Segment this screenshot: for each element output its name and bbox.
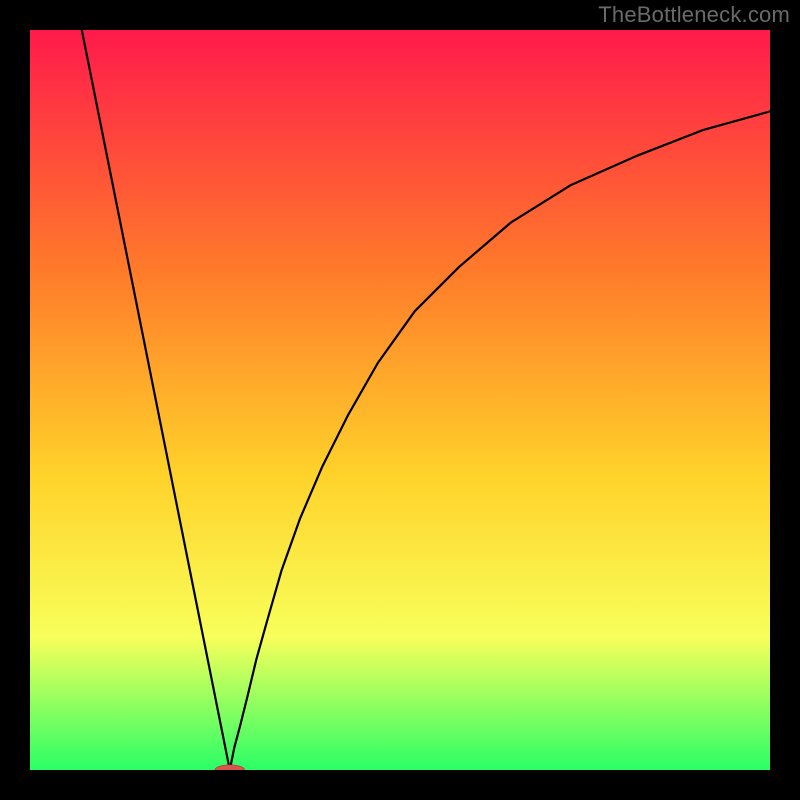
gradient-background <box>30 30 770 770</box>
watermark-text: TheBottleneck.com <box>598 2 790 28</box>
chart-frame: TheBottleneck.com <box>0 0 800 800</box>
plot-area <box>30 30 770 770</box>
bottleneck-chart <box>30 30 770 770</box>
